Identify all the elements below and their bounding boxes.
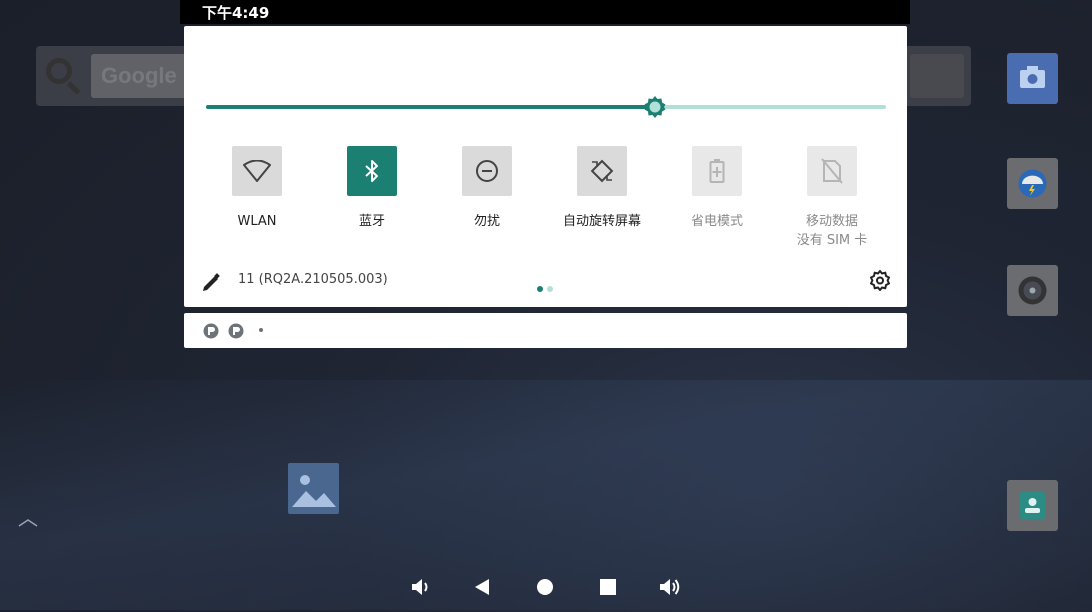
notification-app-icon bbox=[203, 323, 219, 339]
page-dot bbox=[547, 286, 553, 292]
tile-bluetooth[interactable]: 蓝牙 bbox=[315, 146, 429, 231]
volume-up-button[interactable] bbox=[653, 570, 687, 604]
status-bar: 下午4:49 bbox=[180, 0, 910, 24]
notification-strip[interactable] bbox=[184, 313, 907, 348]
home-icon bbox=[537, 579, 553, 595]
tile-label: 勿扰 bbox=[473, 214, 500, 229]
page-dot-active bbox=[537, 286, 543, 292]
camera-app-icon[interactable] bbox=[1007, 53, 1058, 104]
brightness-thumb-icon[interactable] bbox=[643, 95, 667, 119]
tile-wlan-bg bbox=[232, 146, 282, 196]
back-icon bbox=[475, 579, 489, 595]
notification-app-icon bbox=[228, 323, 244, 339]
volume-up-icon bbox=[660, 579, 680, 595]
tile-wlan[interactable]: WLAN bbox=[200, 146, 314, 231]
recents-button[interactable] bbox=[591, 570, 625, 604]
no-sim-icon bbox=[821, 158, 843, 184]
page-indicator bbox=[537, 277, 557, 296]
music-app-icon[interactable] bbox=[1007, 265, 1058, 316]
tile-auto-rotate-bg bbox=[577, 146, 627, 196]
more-notifications-dot bbox=[259, 328, 263, 332]
weather-app-icon[interactable] bbox=[1007, 158, 1058, 209]
tile-label: 省电模式 bbox=[690, 214, 743, 229]
tile-battery-saver[interactable]: 省电模式 bbox=[660, 146, 774, 231]
home-button[interactable] bbox=[528, 570, 562, 604]
tile-auto-rotate[interactable]: 自动旋转屏幕 bbox=[545, 146, 659, 231]
tile-dnd-bg bbox=[462, 146, 512, 196]
tile-mobile-data[interactable]: 移动数据 没有 SIM 卡 bbox=[775, 146, 889, 250]
tile-battery-saver-bg bbox=[692, 146, 742, 196]
brightness-fill bbox=[206, 105, 655, 109]
volume-down-icon bbox=[412, 579, 428, 595]
tile-label-primary: 移动数据 bbox=[805, 214, 858, 229]
wifi-icon bbox=[243, 160, 271, 182]
recents-icon bbox=[600, 579, 616, 595]
do-not-disturb-icon bbox=[476, 160, 498, 182]
tile-label: 蓝牙 bbox=[358, 214, 385, 229]
edit-icon[interactable] bbox=[200, 272, 222, 294]
auto-rotate-icon bbox=[590, 159, 614, 183]
gallery-widget[interactable] bbox=[288, 463, 339, 514]
google-search-field[interactable]: Google bbox=[91, 54, 191, 98]
navigation-bar bbox=[400, 570, 700, 604]
tile-mobile-data-bg bbox=[807, 146, 857, 196]
build-number[interactable]: 11 (RQ2A.210505.003) bbox=[238, 272, 388, 287]
tile-label: 自动旋转屏幕 bbox=[562, 214, 641, 229]
settings-gear-icon[interactable] bbox=[868, 269, 892, 293]
status-time: 下午4:49 bbox=[202, 4, 270, 22]
battery-saver-icon bbox=[709, 159, 725, 183]
voice-search-area[interactable] bbox=[910, 54, 964, 98]
brightness-slider[interactable] bbox=[206, 96, 886, 118]
bluetooth-icon bbox=[365, 160, 378, 182]
tile-bluetooth-bg bbox=[347, 146, 397, 196]
back-button[interactable] bbox=[465, 570, 499, 604]
tile-dnd[interactable]: 勿扰 bbox=[430, 146, 544, 231]
tile-label: 移动数据 没有 SIM 卡 bbox=[775, 212, 889, 250]
contacts-app-icon[interactable] bbox=[1007, 480, 1058, 531]
app-drawer-arrow-icon[interactable] bbox=[18, 518, 38, 528]
search-icon[interactable] bbox=[46, 58, 72, 84]
quick-settings-panel: WLAN 蓝牙 勿扰 自动旋转屏幕 省电模式 移动数据 没有 SIM 卡 11 … bbox=[184, 26, 907, 307]
tile-label-secondary: 没有 SIM 卡 bbox=[796, 233, 868, 248]
volume-down-button[interactable] bbox=[404, 570, 438, 604]
tile-label: WLAN bbox=[237, 214, 277, 229]
